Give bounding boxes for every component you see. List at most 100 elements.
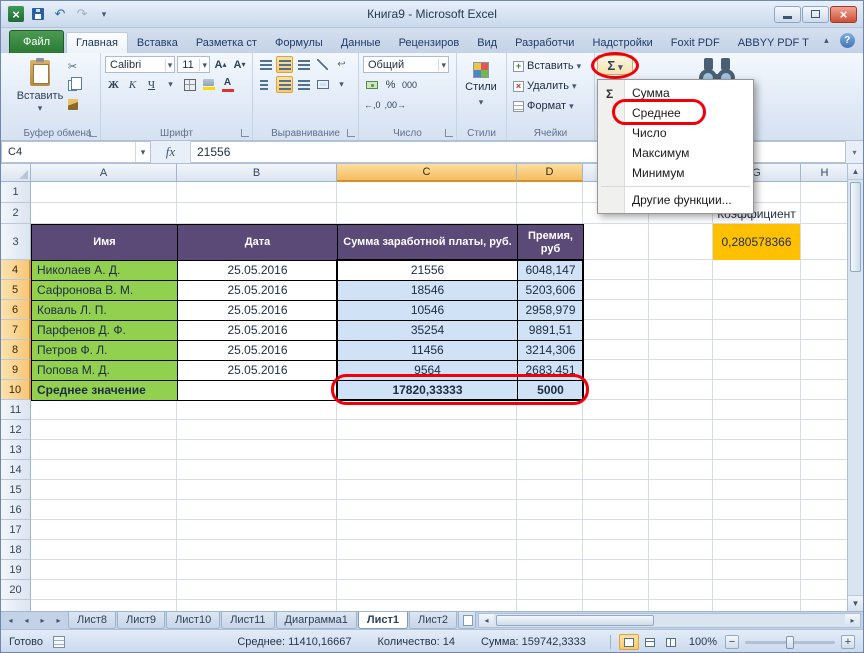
shrink-font-button[interactable] <box>231 56 248 73</box>
cell-bonus[interactable]: 6048,147 <box>518 261 584 281</box>
underline-button[interactable]: Ч <box>143 76 160 93</box>
row-header[interactable]: 7 <box>1 320 31 340</box>
header-cell-bonus[interactable]: Премия, руб <box>518 225 584 261</box>
qat-customize-button[interactable] <box>95 5 113 23</box>
scroll-right-icon[interactable]: ▸ <box>845 614 860 627</box>
merge-center-button[interactable] <box>314 76 331 93</box>
ribbon-tab[interactable]: Foxit PDF <box>662 33 729 53</box>
font-dialog-launcher[interactable] <box>241 129 249 137</box>
page-break-view-button[interactable] <box>661 634 681 650</box>
cell-name[interactable]: Петров Ф. Л. <box>32 341 178 361</box>
ribbon-tab[interactable]: ABBYY PDF T <box>729 33 818 53</box>
align-right-button[interactable] <box>295 76 312 93</box>
italic-button[interactable]: К <box>124 76 141 93</box>
align-middle-button[interactable] <box>276 56 293 73</box>
minimize-button[interactable] <box>774 6 801 23</box>
cell-name[interactable]: Попова М. Д. <box>32 361 178 381</box>
insert-worksheet-button[interactable] <box>458 612 476 629</box>
cell-date[interactable]: 25.05.2016 <box>178 361 338 381</box>
column-header[interactable]: B <box>177 164 337 182</box>
ribbon-tab[interactable]: Данные <box>332 33 390 53</box>
cell-bonus[interactable]: 3214,306 <box>518 341 584 361</box>
row-header[interactable]: 13 <box>1 440 31 460</box>
row-header[interactable]: 10 <box>1 380 31 400</box>
align-center-button[interactable] <box>276 76 293 93</box>
wrap-text-button[interactable] <box>333 56 350 73</box>
bold-button[interactable]: Ж <box>105 76 122 93</box>
column-header[interactable]: A <box>31 164 177 182</box>
cell-salary[interactable]: 9564 <box>338 361 518 381</box>
menu-item[interactable]: Сумма <box>598 83 753 103</box>
format-painter-button[interactable] <box>64 96 81 113</box>
sheet-tab[interactable]: Лист10 <box>166 612 220 629</box>
menu-item[interactable]: Минимум <box>598 163 753 183</box>
expand-formula-bar-button[interactable] <box>846 141 863 163</box>
header-cell-salary[interactable]: Сумма заработной платы, руб. <box>338 225 518 261</box>
ribbon-tab[interactable]: Разметка ст <box>187 33 266 53</box>
borders-button[interactable] <box>181 76 198 93</box>
column-header[interactable]: D <box>517 164 583 182</box>
align-left-button[interactable] <box>257 76 274 93</box>
align-bottom-button[interactable] <box>295 56 312 73</box>
ribbon-tab[interactable]: Вид <box>468 33 506 53</box>
alignment-dialog-launcher[interactable] <box>347 129 355 137</box>
clipboard-dialog-launcher[interactable] <box>89 129 97 137</box>
row-header[interactable]: 9 <box>1 360 31 380</box>
row-header[interactable]: 3 <box>1 224 31 260</box>
header-cell-name[interactable]: Имя <box>32 225 178 261</box>
collapse-ribbon-button[interactable] <box>818 33 835 49</box>
percent-button[interactable]: % <box>382 76 399 93</box>
row-header[interactable]: 6 <box>1 300 31 320</box>
vertical-scrollbar[interactable]: ▲ ▼ <box>847 164 863 611</box>
excel-app-icon[interactable] <box>7 5 25 23</box>
cell-average-salary[interactable]: 17820,33333 <box>338 381 518 401</box>
row-header[interactable]: 4 <box>1 260 31 280</box>
cell-date[interactable]: 25.05.2016 <box>178 301 338 321</box>
ribbon-tab[interactable]: Формулы <box>266 33 332 53</box>
cell-coefficient-value[interactable]: 0,280578366 <box>713 224 800 260</box>
cell-bonus[interactable]: 2683,451 <box>518 361 584 381</box>
number-dialog-launcher[interactable] <box>445 129 453 137</box>
scroll-down-icon[interactable]: ▼ <box>848 595 863 611</box>
cell-date[interactable]: 25.05.2016 <box>178 281 338 301</box>
page-layout-view-button[interactable] <box>640 634 660 650</box>
menu-item-more-functions[interactable]: Другие функции... <box>598 190 753 210</box>
sheet-tab[interactable]: Лист11 <box>221 612 274 629</box>
fill-color-button[interactable] <box>200 76 217 93</box>
insert-function-button[interactable]: fx <box>151 141 191 163</box>
redo-button[interactable] <box>73 5 91 23</box>
sheet-tab[interactable]: Лист9 <box>117 612 165 629</box>
row-header[interactable]: 8 <box>1 340 31 360</box>
restore-button[interactable] <box>802 6 829 23</box>
font-color-button[interactable]: А <box>219 76 236 93</box>
align-top-button[interactable] <box>257 56 274 73</box>
cell-date[interactable]: 25.05.2016 <box>178 261 338 281</box>
header-cell-date[interactable]: Дата <box>178 225 338 261</box>
comma-style-button[interactable]: 000 <box>401 76 418 93</box>
cell-average-label[interactable]: Среднее значение <box>32 381 178 401</box>
last-sheet-button[interactable]: ▸ <box>51 614 66 628</box>
row-header[interactable]: 18 <box>1 540 31 560</box>
cell-date[interactable]: 25.05.2016 <box>178 341 338 361</box>
cell-salary[interactable]: 35254 <box>338 321 518 341</box>
column-header[interactable]: C <box>337 164 517 182</box>
cell-salary[interactable]: 11456 <box>338 341 518 361</box>
zoom-slider-thumb[interactable] <box>786 636 794 649</box>
autosum-button[interactable]: Σ <box>597 55 633 75</box>
prev-sheet-button[interactable]: ◂ <box>19 614 34 628</box>
cell-salary[interactable]: 18546 <box>338 281 518 301</box>
accounting-format-button[interactable] <box>363 76 380 93</box>
row-header[interactable]: 11 <box>1 400 31 420</box>
sheet-tab[interactable]: Лист1 <box>358 612 408 629</box>
cut-button[interactable] <box>64 58 81 75</box>
name-box[interactable]: C4 <box>1 141 151 163</box>
row-header[interactable]: 15 <box>1 480 31 500</box>
column-header[interactable]: H <box>801 164 849 182</box>
zoom-slider[interactable] <box>745 641 835 644</box>
help-icon[interactable] <box>840 33 855 48</box>
insert-cells-button[interactable]: + Вставить <box>511 57 590 75</box>
sheet-tab[interactable]: Лист2 <box>409 612 457 629</box>
scroll-up-icon[interactable]: ▲ <box>848 164 863 180</box>
ribbon-tab[interactable]: Главная <box>66 32 128 53</box>
cell-styles-button[interactable]: Стили <box>461 56 501 122</box>
